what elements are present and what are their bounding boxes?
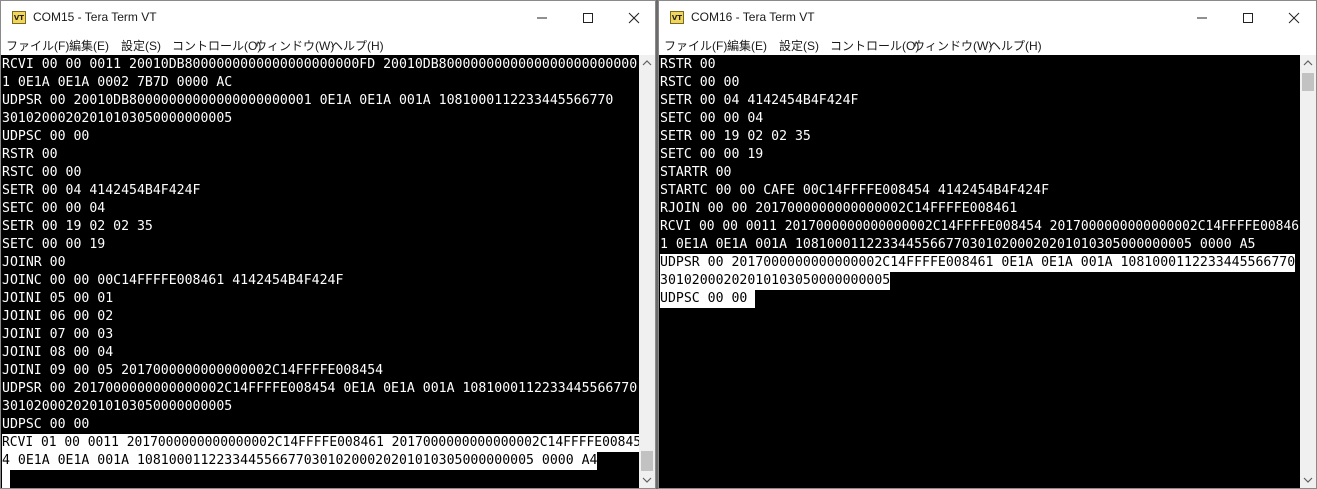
teraterm-icon: VT <box>670 11 684 24</box>
terminal-line: SETR 00 04 4142454B4F424F <box>660 93 859 108</box>
terminal-line: JOINI 07 00 03 <box>2 327 114 342</box>
terminal-line: JOINR 00 <box>2 255 66 270</box>
terminal-line: UDPSC 00 00 <box>2 417 90 432</box>
terminal-line: SETC 00 00 04 <box>2 201 106 216</box>
close-button[interactable] <box>611 1 655 35</box>
terminal-line: 4 0E1A 0E1A 001A 10810001122334455667703… <box>2 452 598 470</box>
chevron-down-icon <box>1303 477 1313 483</box>
scroll-up-button[interactable] <box>1300 55 1316 71</box>
terminal-line: RCVI 01 00 0011 2017000000000000002C14FF… <box>2 434 642 452</box>
teraterm-icon: VT <box>12 11 26 24</box>
terminal-line: UDPSR 00 2017000000000000002C14FFFFE0084… <box>2 381 638 396</box>
chevron-up-icon <box>642 60 652 66</box>
terminal-line: 1 0E1A 0E1A 0002 7B7D 0000 AC <box>2 75 233 90</box>
chevron-down-icon <box>642 477 652 483</box>
terminal-line: UDPSC 00 00 <box>660 290 756 308</box>
menu-file[interactable]: ファイル(F) <box>6 37 69 54</box>
terminal-line: UDPSR 00 2017000000000000002C14FFFFE0084… <box>660 254 1296 272</box>
terminal-line: UDPSR 00 20010DB80000000000000000000001 … <box>2 93 614 108</box>
terminal-line: RSTR 00 <box>660 57 716 72</box>
menu-settings[interactable]: 設定(S) <box>779 37 819 54</box>
title-bar[interactable]: VT COM15 - Tera Term VT <box>1 1 655 35</box>
window-title: COM15 - Tera Term VT <box>33 10 157 24</box>
vertical-scrollbar[interactable] <box>1300 55 1316 488</box>
terminal-line: RSTC 00 00 <box>2 165 82 180</box>
minimize-icon <box>1197 17 1207 19</box>
close-button[interactable] <box>1271 1 1316 35</box>
scroll-thumb[interactable] <box>1302 73 1314 91</box>
terminal-line: SETC 00 00 19 <box>2 237 106 252</box>
terminal-line: 1 0E1A 0E1A 001A 10810001122334455667703… <box>660 237 1256 252</box>
menu-control[interactable]: コントロール(O) <box>830 37 919 54</box>
terminal-line: RSTR 00 <box>2 147 58 162</box>
close-icon <box>1288 12 1300 24</box>
terminal-line: SETR 00 19 02 02 35 <box>2 219 153 234</box>
title-bar[interactable]: VT COM16 - Tera Term VT <box>659 1 1316 35</box>
terminal-line <box>2 470 10 488</box>
scroll-down-button[interactable] <box>1300 472 1316 488</box>
terminal-output[interactable]: RSTR 00 RSTC 00 00 SETR 00 04 4142454B4F42… <box>659 55 1300 488</box>
scroll-down-button[interactable] <box>639 472 655 488</box>
maximize-button[interactable] <box>565 1 611 35</box>
window-title: COM16 - Tera Term VT <box>691 10 815 24</box>
terminal-line: 30102000202010103050000000005 <box>660 272 891 290</box>
terminal-output[interactable]: RCVI 00 00 0011 20010DB80000000000000000… <box>1 55 642 488</box>
terminal-line: 30102000202010103050000000005 <box>2 111 233 126</box>
terminal-line: SETC 00 00 04 <box>660 111 764 126</box>
com15-window[interactable]: VT COM15 - Tera Term VT ファイル(F) 編集(E) 設定… <box>0 0 656 489</box>
menu-edit[interactable]: 編集(E) <box>69 37 109 54</box>
terminal-line: STARTR 00 <box>660 165 732 180</box>
terminal-line: RCVI 00 00 0011 20010DB80000000000000000… <box>2 57 638 72</box>
terminal-line: JOINC 00 00 00C14FFFFE008461 4142454B4F4… <box>2 273 344 288</box>
menu-help[interactable]: ヘルプ(H) <box>331 37 384 54</box>
com16-window[interactable]: VT COM16 - Tera Term VT ファイル(F) 編集(E) 設定… <box>658 0 1317 489</box>
scroll-up-button[interactable] <box>639 55 655 71</box>
terminal-line: SETR 00 04 4142454B4F424F <box>2 183 201 198</box>
terminal-line: JOINI 09 00 05 2017000000000000002C14FFF… <box>2 363 384 378</box>
terminal-line: UDPSC 00 00 <box>2 129 90 144</box>
menu-file[interactable]: ファイル(F) <box>664 37 727 54</box>
scroll-thumb[interactable] <box>641 451 653 471</box>
minimize-icon <box>537 17 547 19</box>
menu-window[interactable]: ウィンドウ(W) <box>913 37 992 54</box>
menu-control[interactable]: コントロール(O) <box>172 37 261 54</box>
chevron-up-icon <box>1303 60 1313 66</box>
terminal-line: 30102000202010103050000000005 <box>2 399 233 414</box>
terminal-line: RCVI 00 00 0011 2017000000000000002C14FF… <box>660 219 1300 234</box>
minimize-button[interactable] <box>1179 1 1225 35</box>
menu-edit[interactable]: 編集(E) <box>727 37 767 54</box>
terminal-line: SETR 00 19 02 02 35 <box>660 129 811 144</box>
terminal-line: JOINI 05 00 01 <box>2 291 114 306</box>
menu-help[interactable]: ヘルプ(H) <box>989 37 1042 54</box>
terminal-line: RJOIN 00 00 2017000000000000002C14FFFFE0… <box>660 201 1018 216</box>
terminal-line: SETC 00 00 19 <box>660 147 764 162</box>
maximize-button[interactable] <box>1225 1 1271 35</box>
menu-window[interactable]: ウィンドウ(W) <box>255 37 334 54</box>
menu-bar: ファイル(F) 編集(E) 設定(S) コントロール(O) ウィンドウ(W) ヘ… <box>1 35 655 55</box>
menu-settings[interactable]: 設定(S) <box>121 37 161 54</box>
maximize-icon <box>583 13 593 23</box>
terminal-line: STARTC 00 00 CAFE 00C14FFFFE008454 41424… <box>660 183 1050 198</box>
vertical-scrollbar[interactable] <box>639 55 655 488</box>
close-icon <box>628 12 640 24</box>
terminal-line: JOINI 06 00 02 <box>2 309 114 324</box>
terminal-line: JOINI 08 00 04 <box>2 345 114 360</box>
maximize-icon <box>1243 13 1253 23</box>
menu-bar: ファイル(F) 編集(E) 設定(S) コントロール(O) ウィンドウ(W) ヘ… <box>659 35 1316 55</box>
terminal-line: RSTC 00 00 <box>660 75 740 90</box>
minimize-button[interactable] <box>519 1 565 35</box>
